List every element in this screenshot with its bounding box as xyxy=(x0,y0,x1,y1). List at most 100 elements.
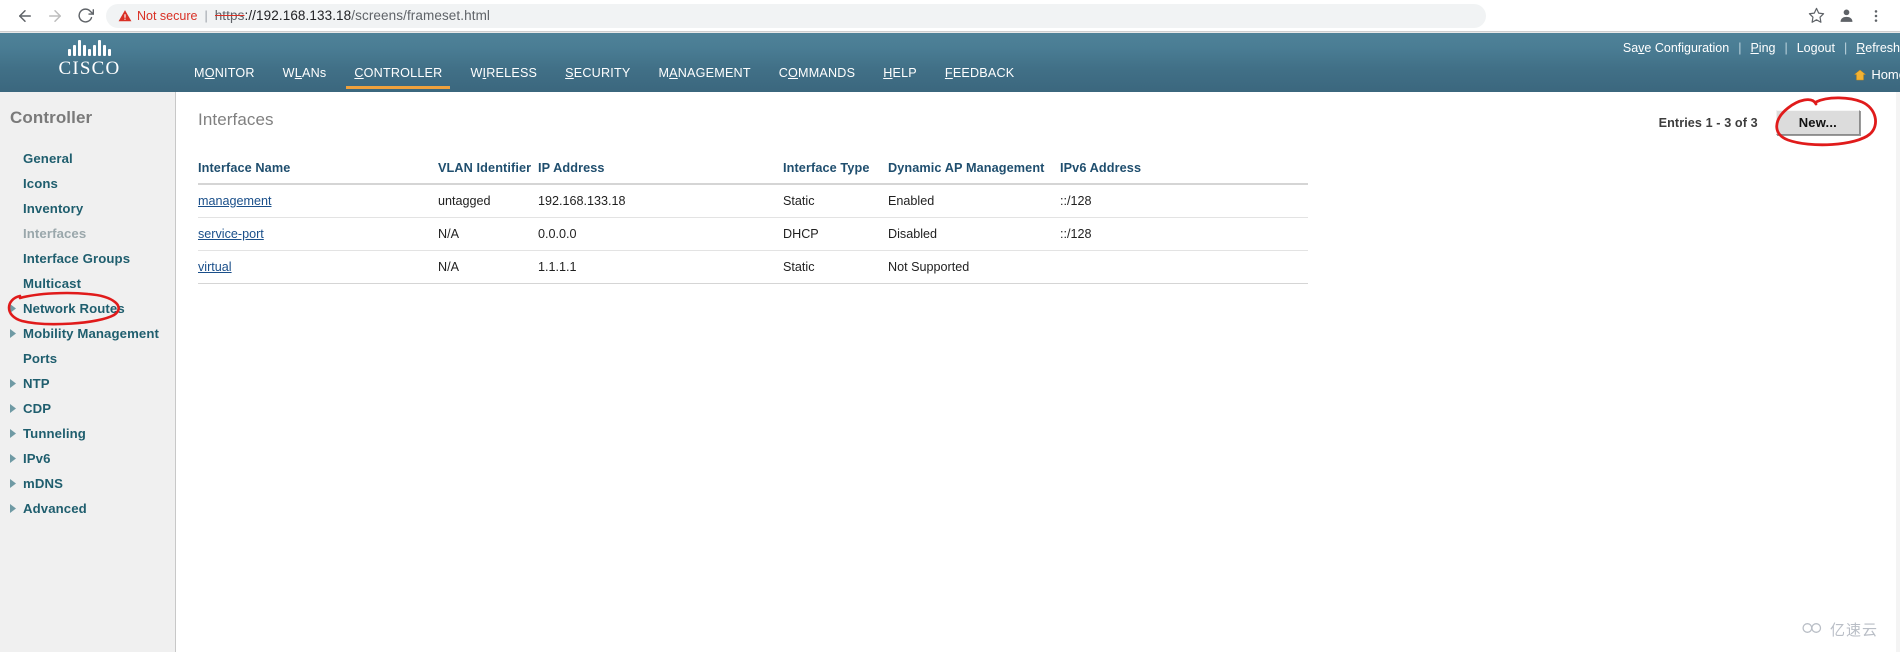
column-header-ipv6-address: IPv6 Address xyxy=(1060,161,1308,185)
url-text: https://192.168.133.18/screens/frameset.… xyxy=(215,8,490,23)
cell-ipv6-address: ::/128 xyxy=(1060,217,1308,251)
sidebar-item-mobility-management[interactable]: Mobility Management xyxy=(0,321,175,346)
cell-ip-address: 0.0.0.0 xyxy=(538,217,783,251)
sidebar-item-multicast[interactable]: Multicast xyxy=(0,271,175,296)
sidebar-item-label: Ports xyxy=(23,351,58,366)
main-content: Interfaces Entries 1 - 3 of 3 New... Int… xyxy=(176,92,1900,652)
page-scrollbar[interactable] xyxy=(1896,92,1900,652)
sidebar-item-network-routes[interactable]: Network Routes xyxy=(0,296,175,321)
url-path: /screens/frameset.html xyxy=(351,8,491,23)
house-icon xyxy=(1854,69,1867,81)
chevron-right-icon xyxy=(9,404,20,413)
nav-item-help[interactable]: HELP xyxy=(869,66,931,89)
logout-link[interactable]: Logout xyxy=(1797,41,1835,55)
sidebar-item-mdns[interactable]: mDNS xyxy=(0,471,175,496)
table-row: management untagged 192.168.133.18 Stati… xyxy=(198,184,1308,218)
nav-item-feedback[interactable]: FEEDBACK xyxy=(931,66,1029,89)
chevron-right-icon xyxy=(9,429,20,438)
column-header-interface-type: Interface Type xyxy=(783,161,888,185)
watermark-text: 亿速云 xyxy=(1829,621,1878,639)
chevron-right-icon xyxy=(9,379,20,388)
sidebar-item-ports[interactable]: Ports xyxy=(0,346,175,371)
sidebar-item-label: IPv6 xyxy=(23,451,51,466)
cell-interface-name: virtual xyxy=(198,250,438,284)
profile-avatar-icon[interactable] xyxy=(1832,2,1860,30)
sidebar-item-interface-groups[interactable]: Interface Groups xyxy=(0,246,175,271)
star-icon[interactable] xyxy=(1802,2,1830,30)
nav-item-security[interactable]: SECURITY xyxy=(551,66,644,89)
refresh-link[interactable]: Refresh xyxy=(1856,41,1900,55)
ping-link[interactable]: Ping xyxy=(1750,41,1775,55)
address-bar[interactable]: Not secure | https://192.168.133.18/scre… xyxy=(106,3,1486,28)
cell-ip-address: 1.1.1.1 xyxy=(538,250,783,284)
main-nav: MONITOR WLANs CONTROLLER WIRELESS SECURI… xyxy=(180,66,1028,89)
chevron-right-icon xyxy=(9,329,20,338)
cell-interface-type: Static xyxy=(783,250,888,284)
sidebar-item-label: General xyxy=(23,151,73,166)
sidebar-item-label: CDP xyxy=(23,401,52,416)
sidebar-item-label: Icons xyxy=(23,176,58,191)
cell-dynamic-ap-management: Not Supported xyxy=(888,250,1060,284)
cell-ip-address: 192.168.133.18 xyxy=(538,184,783,218)
cell-ipv6-address: ::/128 xyxy=(1060,184,1308,218)
table-header-row: Interface Name VLAN Identifier IP Addres… xyxy=(198,161,1308,185)
sidebar-item-interfaces[interactable]: Interfaces xyxy=(0,221,175,246)
new-button[interactable]: New... xyxy=(1775,110,1860,135)
save-configuration-link[interactable]: Save Configuration xyxy=(1623,41,1729,55)
cell-interface-type: Static xyxy=(783,184,888,218)
home-link[interactable]: Home xyxy=(1854,67,1900,82)
cell-interface-type: DHCP xyxy=(783,217,888,251)
cisco-header-bar: CISCO MONITOR WLANs CONTROLLER WIRELESS … xyxy=(0,32,1900,92)
table-row: service-port N/A 0.0.0.0 DHCP Disabled :… xyxy=(198,217,1308,251)
table-head: Interface Name VLAN Identifier IP Addres… xyxy=(198,161,1308,185)
cisco-wordmark: CISCO xyxy=(58,58,121,79)
interfaces-table-container: Interface Name VLAN Identifier IP Addres… xyxy=(198,161,1308,284)
sidebar-item-advanced[interactable]: Advanced xyxy=(0,496,175,521)
sidebar-item-ntp[interactable]: NTP xyxy=(0,371,175,396)
sidebar-item-label: Interfaces xyxy=(23,226,87,241)
sidebar-item-icons[interactable]: Icons xyxy=(0,171,175,196)
interface-link-management[interactable]: management xyxy=(198,194,272,208)
sidebar: Controller General Icons Inventory Inter… xyxy=(0,92,176,652)
interface-link-virtual[interactable]: virtual xyxy=(198,260,232,274)
nav-item-controller[interactable]: CONTROLLER xyxy=(340,66,456,89)
nav-item-management[interactable]: MANAGEMENT xyxy=(644,66,764,89)
nav-item-monitor[interactable]: MONITOR xyxy=(180,66,269,89)
reload-icon[interactable] xyxy=(70,1,100,31)
interface-link-service-port[interactable]: service-port xyxy=(198,227,264,241)
forward-arrow-icon[interactable] xyxy=(40,1,70,31)
not-secure-label: Not secure xyxy=(137,8,198,23)
sidebar-item-cdp[interactable]: CDP xyxy=(0,396,175,421)
kebab-menu-icon[interactable] xyxy=(1862,2,1890,30)
chevron-right-icon xyxy=(9,479,20,488)
sidebar-item-general[interactable]: General xyxy=(0,146,175,171)
cell-vlan-identifier: N/A xyxy=(438,217,538,251)
watermark: 亿速云 xyxy=(1801,619,1878,640)
sidebar-item-ipv6[interactable]: IPv6 xyxy=(0,446,175,471)
warning-triangle-icon xyxy=(118,9,132,23)
cisco-bars-icon xyxy=(42,39,137,56)
page-body: Controller General Icons Inventory Inter… xyxy=(0,92,1900,652)
home-label: Home xyxy=(1871,67,1900,82)
entries-count-label: Entries 1 - 3 of 3 xyxy=(1658,115,1758,130)
column-header-interface-name: Interface Name xyxy=(198,161,438,185)
nav-item-commands[interactable]: COMMANDS xyxy=(765,66,869,89)
cisco-logo[interactable]: CISCO xyxy=(42,39,137,80)
sidebar-item-label: Network Routes xyxy=(23,301,125,316)
sidebar-item-label: mDNS xyxy=(23,476,63,491)
sidebar-item-label: Multicast xyxy=(23,276,82,291)
sidebar-item-tunneling[interactable]: Tunneling xyxy=(0,421,175,446)
cell-dynamic-ap-management: Enabled xyxy=(888,184,1060,218)
content-header-right: Entries 1 - 3 of 3 New... xyxy=(1658,96,1877,147)
cell-vlan-identifier: N/A xyxy=(438,250,538,284)
chevron-right-icon xyxy=(9,504,20,513)
cell-dynamic-ap-management: Disabled xyxy=(888,217,1060,251)
back-arrow-icon[interactable] xyxy=(10,1,40,31)
nav-item-wlans[interactable]: WLANs xyxy=(269,66,341,89)
column-header-ip-address: IP Address xyxy=(538,161,783,185)
sidebar-item-inventory[interactable]: Inventory xyxy=(0,196,175,221)
chevron-right-icon xyxy=(9,454,20,463)
nav-item-wireless[interactable]: WIRELESS xyxy=(456,66,551,89)
cell-vlan-identifier: untagged xyxy=(438,184,538,218)
column-header-vlan-identifier: VLAN Identifier xyxy=(438,161,538,185)
